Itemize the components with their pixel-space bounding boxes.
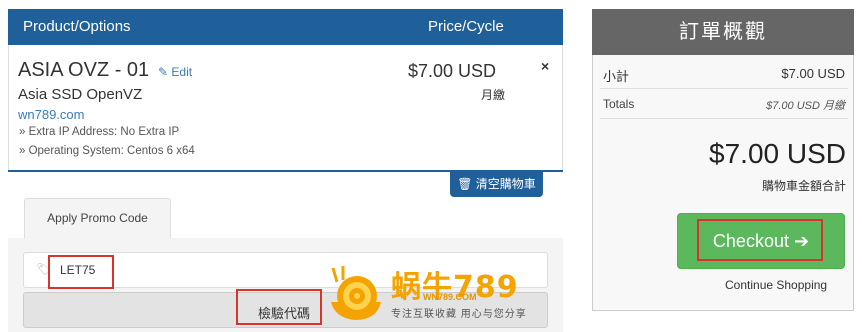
totals-label: Totals: [603, 97, 635, 111]
watermark-logo: 蜗牛789 WN789.COM 专注互联收藏 用心与您分享: [325, 262, 555, 324]
watermark-slogan: 专注互联收藏 用心与您分享: [391, 309, 527, 320]
empty-cart-button[interactable]: 🗑 清空購物車: [450, 172, 543, 197]
price-cycle-heading: Price/Cycle: [428, 18, 504, 35]
subtotal-label: 小計: [603, 69, 630, 84]
cart-header: Product/Options Price/Cycle: [8, 9, 563, 45]
item-cycle: 月繳: [481, 88, 506, 102]
product-name: ASIA OVZ - 01: [18, 59, 150, 81]
grand-total-label: 購物車金額合計: [761, 179, 846, 193]
empty-cart-label: 清空購物車: [475, 177, 536, 191]
pencil-icon: ✎: [158, 65, 169, 79]
product-options-heading: Product/Options: [23, 18, 131, 35]
snail-logo-icon: [331, 266, 381, 320]
tab-apply-promo-code[interactable]: Apply Promo Code: [24, 198, 171, 239]
grand-total: $7.00 USD: [709, 138, 846, 169]
remove-item-icon[interactable]: ×: [541, 58, 549, 74]
continue-shopping-link[interactable]: Continue Shopping: [725, 278, 827, 292]
highlight-box-code: [48, 255, 114, 289]
trash-icon: 🗑: [457, 177, 473, 191]
item-price: $7.00 USD: [408, 61, 497, 81]
order-summary-title: 訂單概觀: [592, 9, 854, 55]
highlight-box-checkout: [697, 219, 823, 261]
summary-divider: [600, 88, 848, 89]
product-group: Asia SSD OpenVZ: [18, 86, 143, 103]
totals-divider: [600, 118, 848, 119]
edit-label: Edit: [171, 65, 193, 79]
edit-link[interactable]: ✎ Edit: [158, 65, 192, 79]
subtotal-value: $7.00 USD: [781, 66, 845, 81]
totals-value: $7.00 USD 月繳: [766, 100, 845, 112]
option-extra-ip: » Extra IP Address: No Extra IP: [19, 126, 180, 138]
highlight-box-validate: [236, 289, 322, 325]
option-os: » Operating System: Centos 6 x64: [19, 145, 195, 157]
watermark-url: WN789.COM: [423, 292, 477, 302]
product-domain: wn789.com: [18, 107, 85, 122]
